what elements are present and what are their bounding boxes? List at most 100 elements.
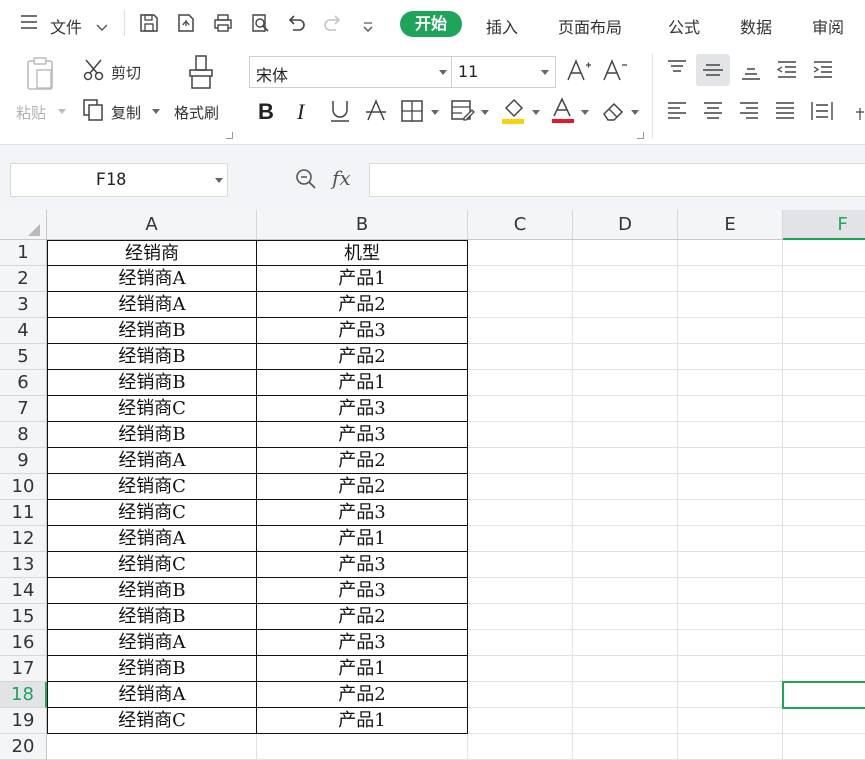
cell-d12[interactable] (573, 526, 678, 552)
cell-e1[interactable] (678, 240, 783, 266)
align-middle-icon[interactable] (696, 54, 730, 86)
column-header-b[interactable]: B (257, 210, 468, 240)
cell-e19[interactable] (678, 708, 783, 734)
cell-a12[interactable]: 经销商A (47, 526, 257, 552)
cell-a19[interactable]: 经销商C (47, 708, 257, 734)
row-header-5[interactable]: 5 (0, 344, 47, 370)
select-all-corner[interactable] (0, 210, 47, 240)
cell-e15[interactable] (678, 604, 783, 630)
cell-b2[interactable]: 产品1 (257, 266, 468, 292)
cell-d11[interactable] (573, 500, 678, 526)
redo-icon[interactable] (322, 12, 344, 34)
cell-e9[interactable] (678, 448, 783, 474)
cell-f20[interactable] (783, 734, 865, 760)
cell-d3[interactable] (573, 292, 678, 318)
cell-f8[interactable] (783, 422, 865, 448)
bold-icon[interactable]: B (256, 98, 278, 124)
customize-quick-access-icon[interactable] (362, 18, 374, 32)
cell-f16[interactable] (783, 630, 865, 656)
cell-a6[interactable]: 经销商B (47, 370, 257, 396)
row-header-14[interactable]: 14 (0, 578, 47, 604)
save-icon[interactable] (138, 12, 160, 34)
copy-icon[interactable] (82, 98, 104, 122)
cell-f12[interactable] (783, 526, 865, 552)
cell-d2[interactable] (573, 266, 678, 292)
print-icon[interactable] (212, 12, 234, 34)
cell-f10[interactable] (783, 474, 865, 500)
cell-e5[interactable] (678, 344, 783, 370)
cell-c2[interactable] (468, 266, 573, 292)
row-header-12[interactable]: 12 (0, 526, 47, 552)
row-header-3[interactable]: 3 (0, 292, 47, 318)
copy-button[interactable]: 复制 (111, 102, 141, 123)
cell-c20[interactable] (468, 734, 573, 760)
row-header-7[interactable]: 7 (0, 396, 47, 422)
cell-a18[interactable]: 经销商A (47, 682, 257, 708)
cell-b11[interactable]: 产品3 (257, 500, 468, 526)
cell-a13[interactable]: 经销商C (47, 552, 257, 578)
cell-e17[interactable] (678, 656, 783, 682)
cell-b14[interactable]: 产品3 (257, 578, 468, 604)
clipboard-group-launcher[interactable] (226, 132, 233, 139)
align-top-icon[interactable] (665, 58, 689, 82)
cell-a8[interactable]: 经销商B (47, 422, 257, 448)
cell-c13[interactable] (468, 552, 573, 578)
row-header-13[interactable]: 13 (0, 552, 47, 578)
cell-f11[interactable] (783, 500, 865, 526)
font-name-dropdown-icon[interactable] (439, 70, 447, 75)
active-cell-cursor[interactable] (782, 681, 865, 709)
cell-d5[interactable] (573, 344, 678, 370)
cell-b1[interactable]: 机型 (257, 240, 468, 266)
cell-c4[interactable] (468, 318, 573, 344)
cell-f14[interactable] (783, 578, 865, 604)
more-alignment-icon[interactable] (855, 104, 865, 124)
cell-a2[interactable]: 经销商A (47, 266, 257, 292)
row-header-4[interactable]: 4 (0, 318, 47, 344)
name-box-dropdown-icon[interactable] (215, 178, 223, 183)
cell-e11[interactable] (678, 500, 783, 526)
cell-c5[interactable] (468, 344, 573, 370)
cell-a15[interactable]: 经销商B (47, 604, 257, 630)
cell-b12[interactable]: 产品1 (257, 526, 468, 552)
column-header-f[interactable]: F (783, 210, 865, 240)
align-left-icon[interactable] (665, 99, 689, 123)
decrease-indent-icon[interactable] (775, 58, 799, 82)
cell-b19[interactable]: 产品1 (257, 708, 468, 734)
chevron-down-icon[interactable] (96, 18, 108, 31)
zoom-search-icon[interactable] (294, 167, 318, 191)
cell-a20[interactable] (47, 734, 257, 760)
cell-e12[interactable] (678, 526, 783, 552)
cell-c15[interactable] (468, 604, 573, 630)
underline-icon[interactable] (328, 98, 352, 124)
cell-c16[interactable] (468, 630, 573, 656)
undo-icon[interactable] (285, 12, 307, 34)
cell-a1[interactable]: 经销商 (47, 240, 257, 266)
cell-b20[interactable] (257, 734, 468, 760)
cell-b5[interactable]: 产品2 (257, 344, 468, 370)
cell-c8[interactable] (468, 422, 573, 448)
scissors-icon[interactable] (82, 58, 106, 82)
row-header-15[interactable]: 15 (0, 604, 47, 630)
cell-b6[interactable]: 产品1 (257, 370, 468, 396)
cell-e13[interactable] (678, 552, 783, 578)
cell-e10[interactable] (678, 474, 783, 500)
cell-d4[interactable] (573, 318, 678, 344)
cell-d7[interactable] (573, 396, 678, 422)
cell-c19[interactable] (468, 708, 573, 734)
row-header-19[interactable]: 19 (0, 708, 47, 734)
cell-e2[interactable] (678, 266, 783, 292)
cell-e6[interactable] (678, 370, 783, 396)
row-header-11[interactable]: 11 (0, 500, 47, 526)
font-size-dropdown-icon[interactable] (541, 70, 549, 75)
cell-b7[interactable]: 产品3 (257, 396, 468, 422)
cell-f13[interactable] (783, 552, 865, 578)
align-center-icon[interactable] (701, 99, 725, 123)
cell-d18[interactable] (573, 682, 678, 708)
increase-font-size-icon[interactable] (566, 58, 592, 84)
cell-b18[interactable]: 产品2 (257, 682, 468, 708)
font-color-icon[interactable] (550, 96, 576, 126)
cell-d6[interactable] (573, 370, 678, 396)
cell-e18[interactable] (678, 682, 783, 708)
cell-b10[interactable]: 产品2 (257, 474, 468, 500)
row-header-9[interactable]: 9 (0, 448, 47, 474)
